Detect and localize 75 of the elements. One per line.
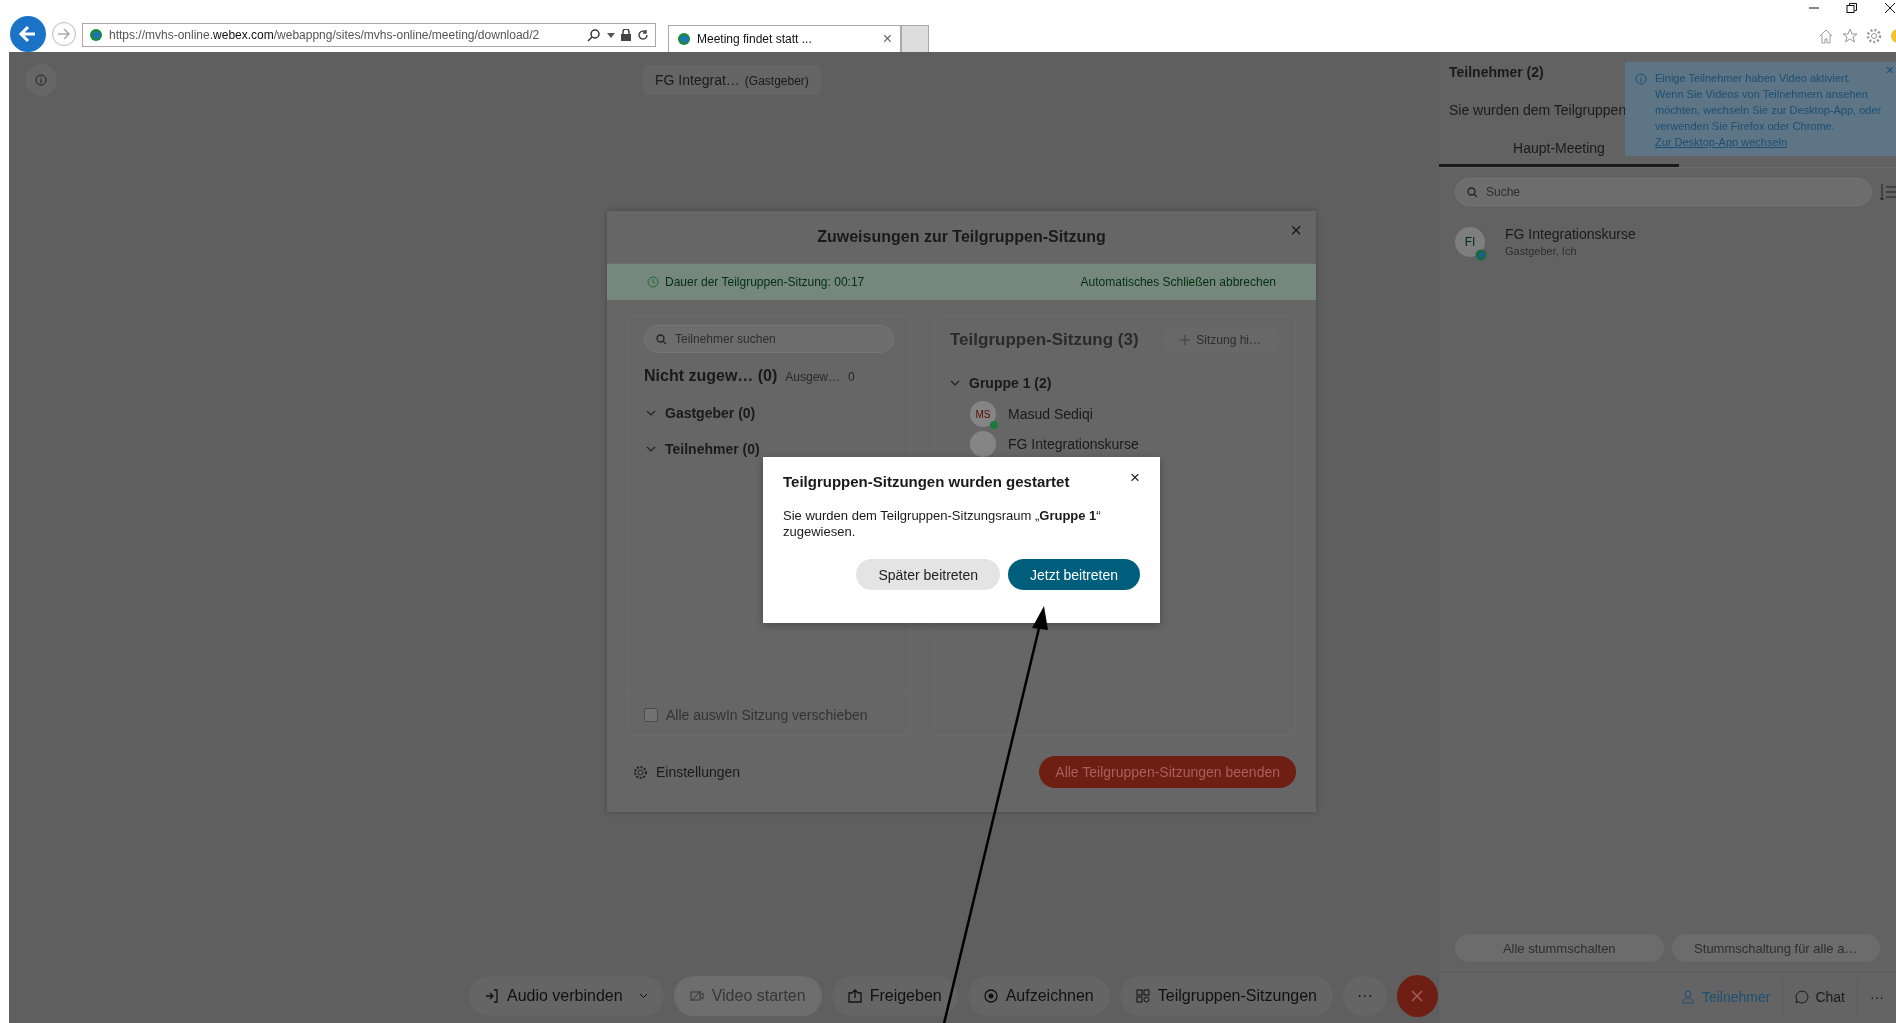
site-icon	[89, 28, 103, 42]
toolbar-button[interactable]: Teilgruppen-Sitzungen	[1119, 976, 1333, 1016]
toolbar-button[interactable]: Freigeben	[831, 976, 958, 1016]
person-icon	[1681, 990, 1696, 1004]
more-button[interactable]: ···	[1342, 976, 1387, 1016]
panel-tab[interactable]: Chat	[1783, 979, 1858, 1015]
chat-bubble-icon	[1795, 990, 1810, 1004]
tab-title: Meeting findet statt ...	[697, 32, 813, 46]
cancel-auto-close-link[interactable]: Automatisches Schließen abbrechen	[1080, 275, 1276, 289]
search-field[interactable]: Suche	[1455, 178, 1872, 206]
selected-label: Ausgew…	[785, 370, 841, 384]
address-bar[interactable]: https://mvhs-online.webex.com/webappng/sites/mvhs-online/meeting/download/2	[82, 23, 656, 47]
panel-action-button[interactable]: Stummschaltung für alle a…	[1671, 934, 1880, 962]
popup-title: Teilgruppen-Sitzungen wurden gestartet	[783, 473, 1070, 490]
tab-close-button[interactable]: ×	[882, 30, 892, 48]
category-row[interactable]: Gastgeber (0)	[646, 405, 756, 421]
participant-name: FG Integrationskurse	[1505, 226, 1636, 242]
settings-link[interactable]: Einstellungen	[633, 764, 741, 780]
clock-icon	[647, 276, 659, 288]
close-button[interactable]: ×	[1885, 62, 1894, 78]
restore-icon[interactable]	[1846, 2, 1858, 14]
video-camera-icon	[689, 989, 704, 1003]
popup-message: Sie wurden dem Teilgruppen-Sitzungsraum „Gruppe 1“ zugewiesen.	[783, 508, 1102, 540]
avatar	[970, 431, 996, 457]
info-button[interactable]	[25, 64, 57, 96]
info-icon	[35, 74, 47, 86]
settings-icon[interactable]	[1866, 28, 1882, 44]
caret-icon[interactable]	[607, 32, 615, 38]
duration-text: Dauer der Teilgruppen-Sitzung: 00:17	[665, 275, 865, 289]
sort-icon[interactable]	[1880, 183, 1896, 201]
star-icon[interactable]	[1842, 28, 1858, 44]
grid-icon	[1135, 989, 1150, 1003]
info-icon	[1635, 73, 1647, 85]
settings-icon	[633, 764, 648, 780]
host-name-tag: FG Integrat… (Gastgeber)	[643, 65, 821, 95]
session-group-row[interactable]: Gruppe 1 (2)	[950, 375, 1052, 391]
panel-title: Teilnehmer (2)	[1449, 64, 1544, 80]
join-now-button[interactable]: Jetzt beitreten	[1008, 559, 1140, 591]
search-icon[interactable]	[587, 28, 601, 42]
avatar: MS	[970, 401, 996, 427]
site-icon	[677, 32, 691, 46]
search-field[interactable]: Teilnehmer suchen	[644, 325, 894, 353]
notice-text: Sie wurden dem Teilgruppen	[1449, 102, 1627, 118]
end-all-sessions-button[interactable]: Alle Teilgruppen-Sitzungen beenden	[1039, 756, 1296, 788]
new-tab-button[interactable]	[901, 25, 929, 52]
forward-button[interactable]	[52, 22, 76, 46]
close-button[interactable]: ×	[1130, 469, 1140, 486]
record-icon	[983, 989, 998, 1003]
end-call-button[interactable]	[1396, 975, 1438, 1017]
close-icon[interactable]	[1884, 2, 1896, 14]
checkbox[interactable]	[644, 708, 658, 722]
arrow-right-icon	[56, 26, 72, 42]
home-icon[interactable]	[1818, 28, 1834, 44]
plus-icon	[1180, 335, 1191, 345]
refresh-icon[interactable]	[637, 29, 649, 41]
status-badge-icon	[1475, 248, 1487, 261]
back-button[interactable]	[10, 16, 46, 52]
member-name: Masud Sediqi	[1008, 406, 1093, 422]
share-icon	[847, 989, 862, 1003]
join-later-button[interactable]: Später beitreten	[856, 559, 1001, 591]
dialog-title: Zuweisungen zur Teilgruppen-Sitzung	[817, 228, 1106, 246]
caret-icon[interactable]	[638, 993, 648, 999]
toolbar-button[interactable]: Audio verbinden	[469, 976, 664, 1016]
more-button[interactable]: ···	[1858, 989, 1896, 1005]
selected-count: 0	[848, 370, 855, 384]
panel-action-button[interactable]: Alle stummschalten	[1455, 934, 1664, 962]
close-button[interactable]: ×	[1290, 219, 1302, 242]
unassigned-heading: Nicht zugew… (0)	[644, 367, 778, 385]
sessions-heading: Teilgruppen-Sitzung (3)	[950, 330, 1139, 350]
member-name: FG Integrationskurse	[1008, 436, 1139, 452]
category-row[interactable]: Teilnehmer (0)	[646, 441, 760, 457]
close-icon	[1411, 990, 1424, 1002]
toolbar-button[interactable]: Aufzeichnen	[967, 976, 1110, 1016]
sign-in-icon	[485, 989, 499, 1003]
lock-icon	[621, 29, 631, 41]
